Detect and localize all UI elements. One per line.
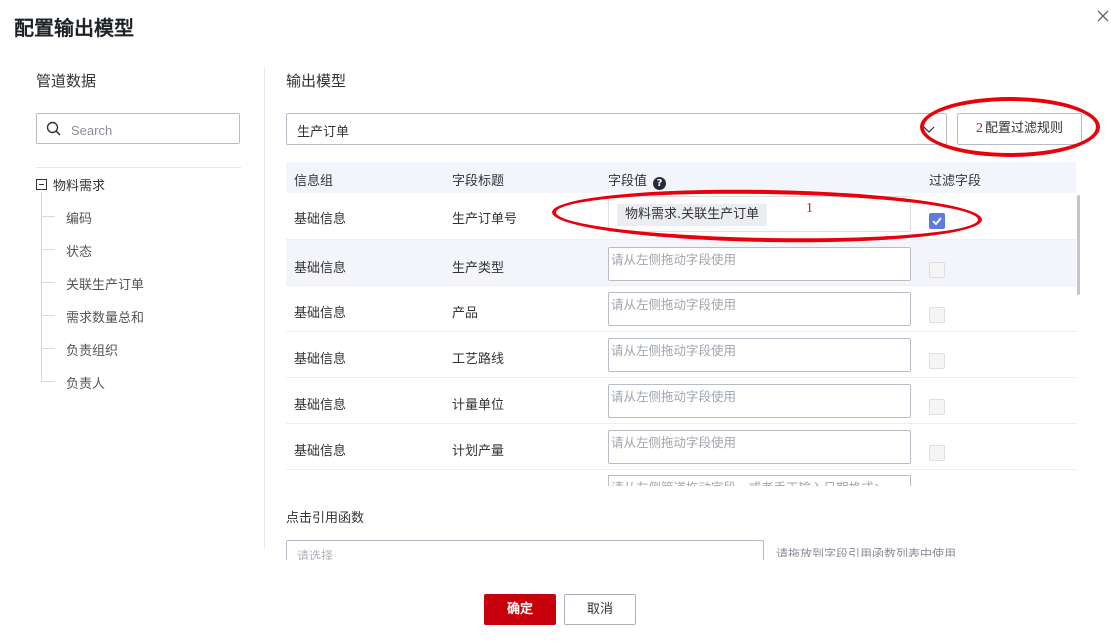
annotation-number-1: 1: [806, 201, 813, 216]
row-group: 基础信息: [294, 261, 347, 276]
filter-checkbox[interactable]: [929, 262, 945, 278]
tree-item-linked-order[interactable]: 关联生产订单: [66, 274, 144, 293]
table-header: 信息组 字段标题 字段值? 过滤字段: [286, 162, 1076, 193]
tree-item-status[interactable]: 状态: [66, 241, 92, 260]
search-icon: [46, 121, 61, 136]
tree-guide-line: [41, 192, 42, 382]
col-header-title: 字段标题: [452, 174, 505, 189]
confirm-button[interactable]: 确定: [484, 594, 556, 625]
filter-checkbox[interactable]: [929, 307, 945, 323]
tree-tick: [41, 348, 55, 349]
field-value-input[interactable]: 请从左侧拖动字段使用: [608, 247, 911, 281]
help-icon[interactable]: ?: [653, 177, 667, 190]
filter-checkbox[interactable]: [929, 353, 945, 369]
field-value-input[interactable]: 请从左侧拖动字段使用: [608, 430, 911, 464]
table-row-partial: 请从左侧管道拖动字段，或者手工输入日期格式：: [286, 471, 1076, 486]
configure-filter-rules-button[interactable]: 2 配置过滤规则: [957, 113, 1082, 145]
tree-root-label: 物料需求: [53, 179, 106, 194]
row-title: 工艺路线: [452, 352, 505, 367]
field-placeholder: 请从左侧拖动字段使用: [611, 252, 737, 267]
tree-tick: [41, 216, 55, 217]
pane-divider: [264, 68, 265, 548]
tree-tick: [41, 249, 55, 250]
row-group: 基础信息: [294, 398, 347, 413]
tree-root-node[interactable]: 物料需求: [36, 175, 105, 194]
filter-checkbox[interactable]: [929, 213, 945, 229]
row-title: 生产订单号: [452, 212, 518, 227]
field-placeholder: 请从左侧管道拖动字段，或者手工输入日期格式：: [611, 477, 886, 486]
close-icon[interactable]: [1093, 8, 1111, 28]
function-reference-label: 点击引用函数: [286, 511, 365, 526]
model-select[interactable]: 生产订单: [286, 113, 947, 145]
tree-item-owner[interactable]: 负责人: [66, 373, 105, 392]
table-row: 基础信息 生产类型 请从左侧拖动字段使用: [286, 240, 1076, 286]
search-input[interactable]: [69, 119, 233, 141]
table-row: 基础信息 计划产量 请从左侧拖动字段使用: [286, 424, 1076, 470]
field-value-input[interactable]: 请从左侧拖动字段使用: [608, 384, 911, 418]
divider: [36, 167, 241, 168]
field-placeholder: 请从左侧拖动字段使用: [611, 435, 737, 450]
dialog-title: 配置输出模型: [14, 16, 134, 40]
col-header-value: 字段值?: [608, 170, 667, 190]
table-scrollbar[interactable]: [1077, 195, 1080, 295]
tree-item-code[interactable]: 编码: [66, 208, 92, 227]
table-row: 基础信息 计量单位 请从左侧拖动字段使用: [286, 378, 1076, 424]
row-title: 计划产量: [452, 444, 505, 459]
field-placeholder: 请从左侧拖动字段使用: [611, 389, 737, 404]
field-value-input[interactable]: 物料需求.关联生产订单: [608, 196, 911, 232]
tree-tick: [41, 282, 55, 283]
filter-checkbox[interactable]: [929, 399, 945, 415]
tree-item-quantity-total[interactable]: 需求数量总和: [66, 307, 144, 326]
row-group: 基础信息: [294, 352, 347, 367]
collapse-icon[interactable]: [36, 179, 47, 190]
col-header-group: 信息组: [294, 174, 334, 189]
row-group: 基础信息: [294, 306, 347, 321]
field-value-input[interactable]: 请从左侧拖动字段使用: [608, 292, 911, 326]
model-select-value: 生产订单: [297, 125, 350, 140]
tree-tick: [41, 381, 55, 382]
row-title: 计量单位: [452, 398, 505, 413]
field-placeholder: 请从左侧拖动字段使用: [611, 297, 737, 312]
function-input-placeholder: 请选择: [297, 549, 334, 560]
output-model-title: 输出模型: [286, 72, 347, 90]
tree-tick: [41, 315, 55, 316]
tree-item-org[interactable]: 负责组织: [66, 340, 118, 359]
row-group: 基础信息: [294, 444, 347, 459]
field-tag[interactable]: 物料需求.关联生产订单: [617, 204, 768, 226]
row-title: 产品: [452, 306, 479, 321]
filter-checkbox[interactable]: [929, 445, 945, 461]
field-placeholder: 请从左侧拖动字段使用: [611, 343, 737, 358]
table-row: 基础信息 产品 请从左侧拖动字段使用: [286, 286, 1076, 332]
row-group: 基础信息: [294, 212, 347, 227]
cancel-button[interactable]: 取消: [564, 594, 636, 625]
field-value-input[interactable]: 请从左侧拖动字段使用: [608, 338, 911, 372]
pipeline-data-title: 管道数据: [36, 72, 97, 90]
table-row: 基础信息 生产订单号 物料需求.关联生产订单: [286, 194, 1076, 240]
configure-filter-rules-label: 配置过滤规则: [984, 121, 1063, 136]
field-value-input[interactable]: 请从左侧管道拖动字段，或者手工输入日期格式：: [608, 475, 911, 486]
search-box[interactable]: [36, 113, 240, 144]
chevron-down-icon: [923, 126, 935, 133]
function-hint: 请拖放到字段引用函数列表中使用: [776, 547, 957, 557]
function-input[interactable]: 请选择: [286, 540, 764, 560]
col-header-filter: 过滤字段: [929, 174, 982, 189]
table-row: 基础信息 工艺路线 请从左侧拖动字段使用: [286, 332, 1076, 378]
row-title: 生产类型: [452, 261, 505, 276]
annotation-number-2: 2: [975, 121, 983, 136]
